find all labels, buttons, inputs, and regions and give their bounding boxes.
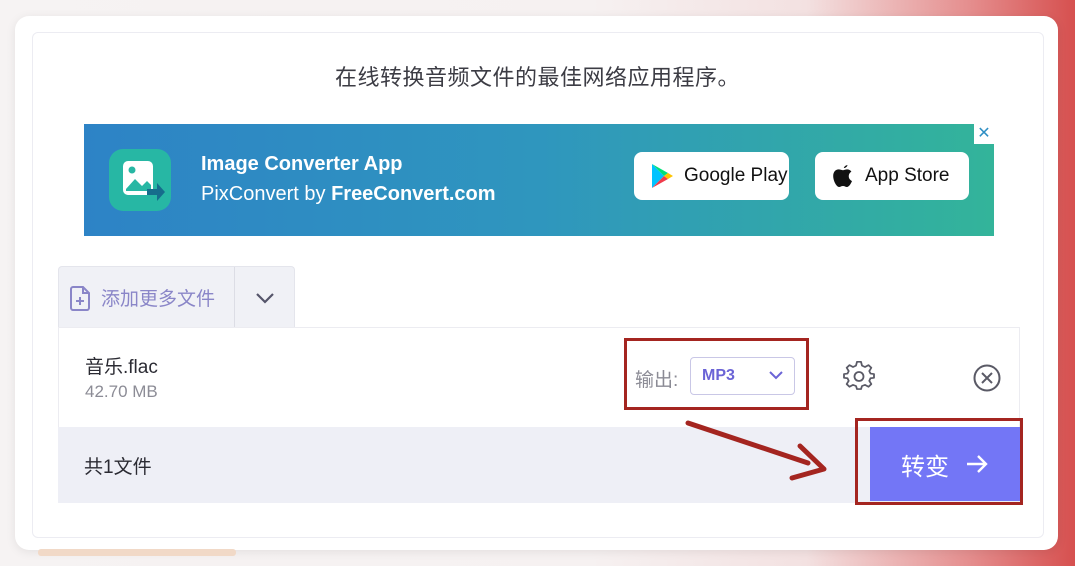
decorative-strip [38,549,236,556]
file-count: 共1文件 [84,457,152,478]
remove-file-button[interactable] [972,363,1002,398]
close-circle-icon [973,364,1001,392]
google-play-label: Google Play [684,165,788,186]
apple-icon [833,165,852,187]
ad-subtitle-brand: FreeConvert.com [331,183,496,205]
add-file-icon [70,285,90,311]
add-files-dropdown[interactable] [235,267,295,328]
ad-subtitle-prefix: PixConvert by [201,183,332,205]
add-files-group: 添加更多文件 [58,266,295,328]
gear-icon [843,360,875,390]
output-highlight-box [624,338,809,410]
google-play-icon [652,164,673,188]
settings-button[interactable] [843,360,875,398]
ad-subtitle: PixConvert by FreeConvert.com [201,183,496,206]
page-tagline: 在线转换音频文件的最佳网络应用程序。 [334,65,740,90]
file-name: 音乐.flac [85,357,158,378]
google-play-button[interactable]: Google Play [634,152,789,200]
ad-close-icon[interactable]: ✕ [974,124,994,144]
app-store-label: App Store [865,165,950,186]
app-store-button[interactable]: App Store [815,152,969,200]
file-row: 音乐.flac 42.70 MB [58,327,1020,427]
file-size: 42.70 MB [85,382,158,401]
chevron-down-icon [256,292,274,304]
add-more-files-label: 添加更多文件 [101,289,216,310]
image-converter-app-icon [109,149,171,211]
convert-highlight-box [855,418,1023,505]
ad-title: Image Converter App [201,153,403,175]
add-more-files-button[interactable]: 添加更多文件 [59,267,235,328]
annotation-arrow [685,420,827,481]
ad-banner[interactable]: ✕ Image Converter App PixConvert by Free… [84,124,994,236]
